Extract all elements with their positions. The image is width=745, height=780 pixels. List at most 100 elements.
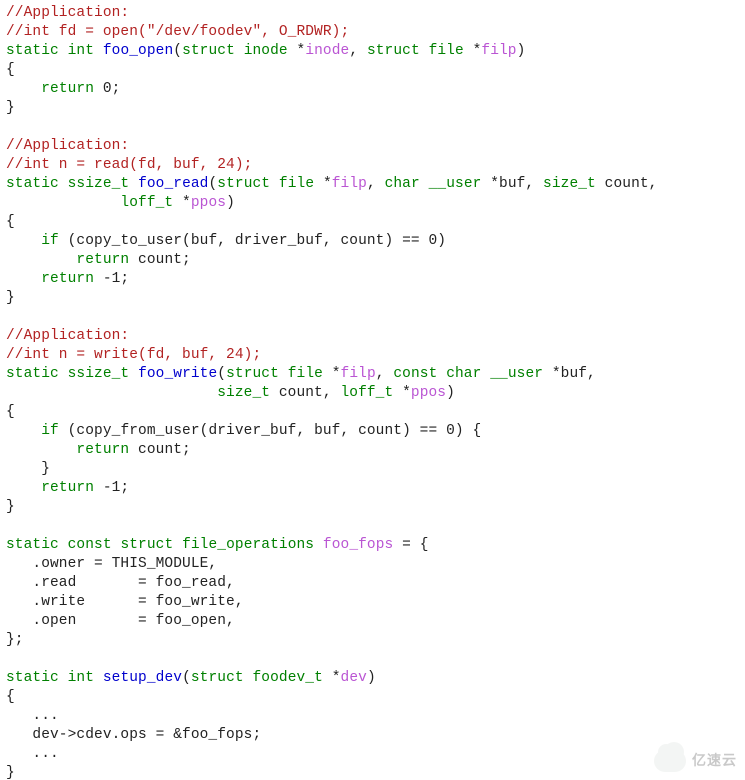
- fn-name: foo_write: [138, 366, 217, 382]
- paren: (: [208, 176, 217, 192]
- brace: };: [6, 632, 24, 648]
- literal: count;: [129, 252, 191, 268]
- watermark-text: 亿速云: [692, 752, 737, 771]
- condition: (copy_from_user(driver_buf, buf, count) …: [59, 423, 481, 439]
- type-fops: file_operations: [182, 537, 314, 553]
- watermark: 亿速云: [654, 750, 737, 772]
- comma: ,: [367, 176, 385, 192]
- kw-return: return: [41, 480, 94, 496]
- type-file: file: [279, 176, 314, 192]
- comment-line: //Application:: [6, 5, 129, 21]
- comment-line: //int n = read(fd, buf, 24);: [6, 157, 252, 173]
- type-ssize: ssize_t: [68, 366, 130, 382]
- kw-const: const: [68, 537, 112, 553]
- fn-name: setup_dev: [103, 670, 182, 686]
- brace: {: [6, 689, 15, 705]
- param-dev: dev: [341, 670, 367, 686]
- kw-char: char: [385, 176, 420, 192]
- brace: }: [6, 290, 15, 306]
- brace: }: [6, 499, 15, 515]
- type-foodev: foodev_t: [253, 670, 323, 686]
- paren: (: [217, 366, 226, 382]
- kw-static: static: [6, 176, 59, 192]
- star: *: [314, 176, 332, 192]
- param-filp: filp: [481, 43, 516, 59]
- star: *: [173, 195, 191, 211]
- brace: }: [6, 765, 15, 780]
- param-filp: filp: [341, 366, 376, 382]
- param-ppos: ppos: [411, 385, 446, 401]
- type-size: size_t: [217, 385, 270, 401]
- kw-return: return: [41, 81, 94, 97]
- field-open: .open = foo_open,: [6, 613, 235, 629]
- kw-static: static: [6, 670, 59, 686]
- kw-const: const: [393, 366, 437, 382]
- brace: {: [6, 404, 15, 420]
- kw-user: __user: [429, 176, 482, 192]
- comment-line: //int fd = open("/dev/foodev", O_RDWR);: [6, 24, 349, 40]
- literal: 0;: [94, 81, 120, 97]
- paren: ): [517, 43, 526, 59]
- param-filp: filp: [332, 176, 367, 192]
- type-size: size_t: [543, 176, 596, 192]
- type-inode: inode: [244, 43, 288, 59]
- kw-return: return: [76, 442, 129, 458]
- star: *: [288, 43, 306, 59]
- brace: = {: [393, 537, 428, 553]
- cloud-icon: [654, 750, 686, 772]
- type-file: file: [429, 43, 464, 59]
- star: *: [323, 366, 341, 382]
- type-file: file: [288, 366, 323, 382]
- ellipsis: ...: [6, 746, 59, 762]
- assign-ops: dev->cdev.ops = &foo_fops;: [6, 727, 261, 743]
- kw-static: static: [6, 537, 59, 553]
- literal: -1;: [94, 271, 129, 287]
- star: *buf,: [481, 176, 543, 192]
- star: *: [393, 385, 411, 401]
- paren: ): [367, 670, 376, 686]
- literal: count;: [129, 442, 191, 458]
- code-block: //Application: //int fd = open("/dev/foo…: [0, 0, 745, 780]
- param-count: count,: [270, 385, 340, 401]
- paren: (: [173, 43, 182, 59]
- kw-static: static: [6, 366, 59, 382]
- star: *buf,: [543, 366, 596, 382]
- field-owner: .owner = THIS_MODULE,: [6, 556, 217, 572]
- comma: ,: [349, 43, 367, 59]
- var-fops: foo_fops: [323, 537, 393, 553]
- kw-struct: struct: [191, 670, 244, 686]
- param-ppos: ppos: [191, 195, 226, 211]
- kw-struct: struct: [217, 176, 270, 192]
- brace: {: [6, 62, 15, 78]
- fn-name: foo_open: [103, 43, 173, 59]
- paren: ): [226, 195, 235, 211]
- kw-return: return: [76, 252, 129, 268]
- kw-user: __user: [490, 366, 543, 382]
- kw-static: static: [6, 43, 59, 59]
- kw-if: if: [41, 423, 59, 439]
- comment-line: //Application:: [6, 138, 129, 154]
- comment-line: //int n = write(fd, buf, 24);: [6, 347, 261, 363]
- field-read: .read = foo_read,: [6, 575, 235, 591]
- star: *: [323, 670, 341, 686]
- comment-line: //Application:: [6, 328, 129, 344]
- param-count: count,: [596, 176, 658, 192]
- kw-int: int: [68, 43, 94, 59]
- comma: ,: [376, 366, 394, 382]
- kw-char: char: [446, 366, 481, 382]
- kw-int: int: [68, 670, 94, 686]
- kw-struct: struct: [182, 43, 235, 59]
- kw-struct: struct: [367, 43, 420, 59]
- kw-struct: struct: [226, 366, 279, 382]
- paren: ): [446, 385, 455, 401]
- paren: (: [182, 670, 191, 686]
- literal: -1;: [94, 480, 129, 496]
- type-ssize: ssize_t: [68, 176, 130, 192]
- ellipsis: ...: [6, 708, 59, 724]
- star: *: [464, 43, 482, 59]
- kw-return: return: [41, 271, 94, 287]
- brace: {: [6, 214, 15, 230]
- type-loff: loff_t: [120, 195, 173, 211]
- kw-if: if: [41, 233, 59, 249]
- kw-struct: struct: [120, 537, 173, 553]
